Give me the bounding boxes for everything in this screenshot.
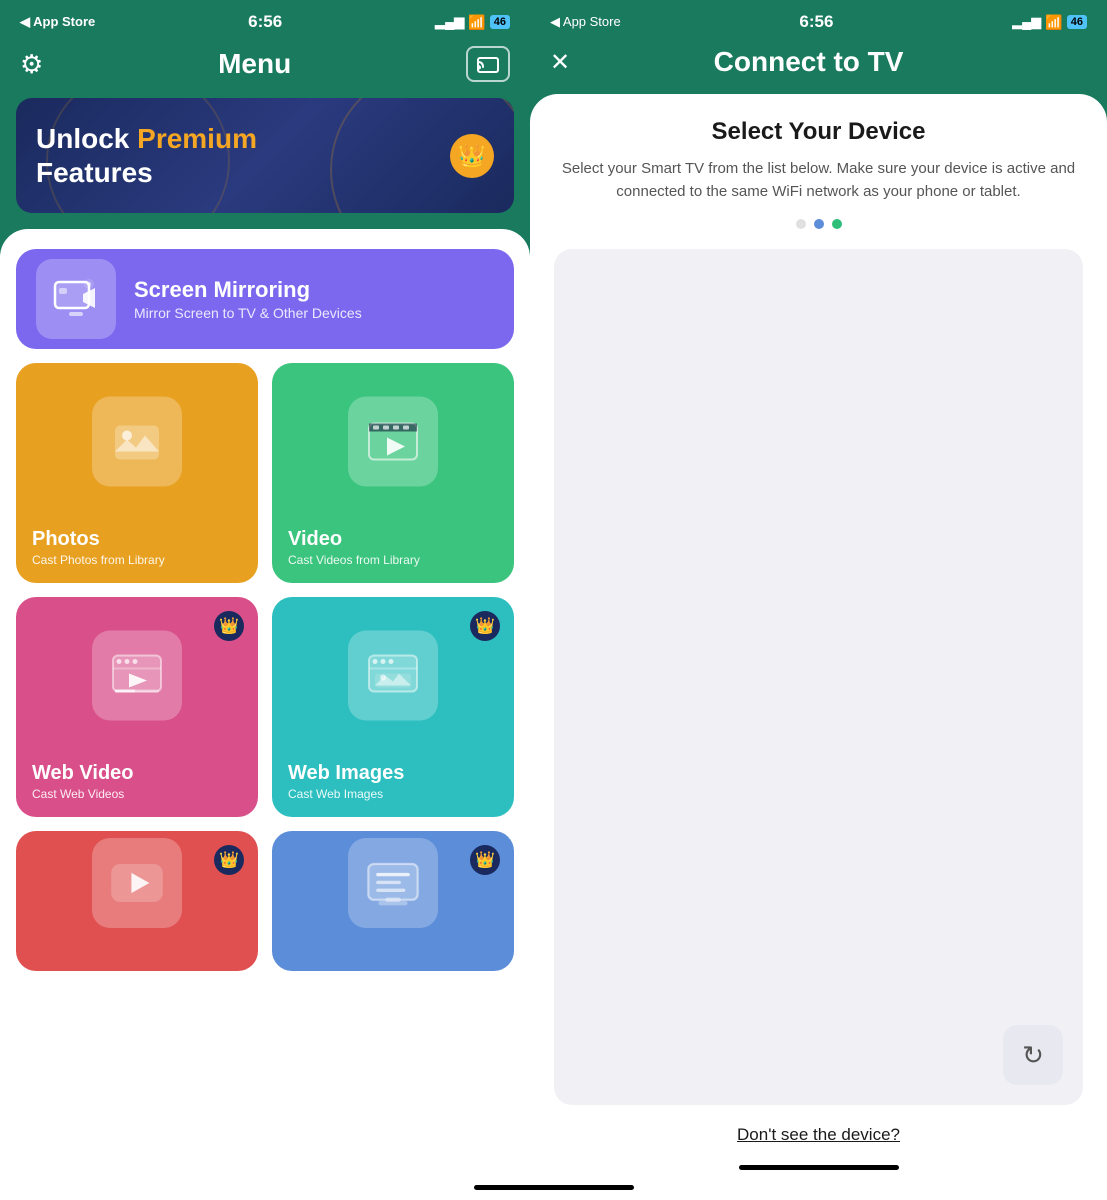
- left-top-nav: ⚙ Menu: [0, 38, 530, 98]
- video-subtitle: Cast Videos from Library: [288, 553, 498, 567]
- web-video-svg: [109, 648, 165, 704]
- teleprompter-crown-badge: 👑: [470, 845, 500, 875]
- web-images-card[interactable]: 👑: [272, 597, 514, 817]
- dot-3: [832, 219, 842, 229]
- left-status-icons: ▂▄▆ 📶 46: [435, 14, 510, 31]
- screen-mirror-svg: [51, 274, 101, 324]
- settings-gear-icon[interactable]: ⚙: [20, 49, 43, 80]
- web-images-crown-badge: 👑: [470, 611, 500, 641]
- web-video-icon: [92, 631, 182, 721]
- menu-white-card: Screen Mirroring Mirror Screen to TV & O…: [0, 229, 530, 1200]
- video-svg: [365, 414, 421, 470]
- home-indicator-left: [474, 1185, 531, 1190]
- refresh-icon: ↻: [1022, 1040, 1044, 1071]
- right-wifi-icon: 📶: [1045, 14, 1062, 31]
- page-indicator: [554, 219, 1083, 229]
- web-images-subtitle: Cast Web Images: [288, 787, 498, 801]
- close-button[interactable]: ✕: [550, 48, 570, 77]
- connect-to-tv-title: Connect to TV: [714, 46, 904, 78]
- teleprompter-svg: [365, 855, 421, 911]
- battery-icon: 46: [490, 15, 510, 29]
- photos-title: Photos: [32, 528, 242, 551]
- teleprompter-card[interactable]: 👑: [272, 831, 514, 971]
- web-video-subtitle: Cast Web Videos: [32, 787, 242, 801]
- refresh-button[interactable]: ↻: [1003, 1025, 1063, 1085]
- right-panel: ◀ App Store 6:56 ▂▄▆ 📶 46 ✕ Connect to T…: [530, 0, 1107, 1200]
- photos-subtitle: Cast Photos from Library: [32, 553, 242, 567]
- promo-unlock: Unlock: [36, 123, 137, 154]
- right-status-icons: ▂▄▆ 📶 46: [1012, 14, 1087, 31]
- left-time: 6:56: [248, 12, 282, 32]
- teleprompter-icon: [348, 838, 438, 928]
- photos-icon: [92, 397, 182, 487]
- youtube-card[interactable]: 👑: [16, 831, 258, 971]
- teleprompter-icon-wrapper: [348, 838, 438, 928]
- right-time: 6:56: [799, 12, 833, 32]
- right-signal-icon: ▂▄▆: [1012, 14, 1041, 30]
- screen-mirroring-text: Screen Mirroring Mirror Screen to TV & O…: [134, 277, 362, 321]
- right-back-label[interactable]: ◀ App Store: [550, 14, 621, 30]
- right-status-bar: ◀ App Store 6:56 ▂▄▆ 📶 46: [530, 0, 1107, 38]
- web-video-card[interactable]: 👑: [16, 597, 258, 817]
- dot-2: [814, 219, 824, 229]
- home-indicator-right: [739, 1165, 899, 1170]
- screen-mirroring-card[interactable]: Screen Mirroring Mirror Screen to TV & O…: [16, 249, 514, 349]
- promo-banner[interactable]: Unlock Premium Features 👑: [16, 98, 514, 213]
- select-device-description: Select your Smart TV from the list below…: [554, 158, 1083, 203]
- photos-icon-wrapper: [92, 397, 182, 499]
- photos-card[interactable]: Photos Cast Photos from Library: [16, 363, 258, 583]
- left-back-label[interactable]: ◀ App Store: [20, 14, 95, 30]
- left-status-left: ◀ App Store: [20, 14, 95, 30]
- web-images-title: Web Images: [288, 762, 498, 785]
- youtube-icon-wrapper: [92, 838, 182, 928]
- menu-grid: Screen Mirroring Mirror Screen to TV & O…: [16, 249, 514, 971]
- device-list-area: ↻: [554, 249, 1083, 1105]
- video-icon-wrapper: [348, 397, 438, 499]
- web-images-icon-wrapper: [348, 631, 438, 733]
- right-nav: ✕ Connect to TV: [530, 38, 1107, 94]
- youtube-crown-badge: 👑: [214, 845, 244, 875]
- right-status-left: ◀ App Store: [550, 14, 621, 30]
- cast-button[interactable]: [466, 46, 510, 82]
- menu-title: Menu: [218, 48, 291, 80]
- dont-see-device-link[interactable]: Don't see the device?: [554, 1125, 1083, 1145]
- right-battery-icon: 46: [1067, 15, 1087, 29]
- promo-text: Unlock Premium Features: [36, 122, 257, 189]
- youtube-svg: [109, 855, 165, 911]
- screen-mirroring-icon: [36, 259, 116, 339]
- web-video-title: Web Video: [32, 762, 242, 785]
- select-device-title: Select Your Device: [554, 118, 1083, 146]
- web-images-icon: [348, 631, 438, 721]
- promo-features: Features: [36, 157, 153, 188]
- right-white-card: Select Your Device Select your Smart TV …: [530, 94, 1107, 1200]
- left-status-bar: ◀ App Store 6:56 ▂▄▆ 📶 46: [0, 0, 530, 38]
- left-panel: ◀ App Store 6:56 ▂▄▆ 📶 46 ⚙ Menu Unlock …: [0, 0, 530, 1200]
- video-card[interactable]: Video Cast Videos from Library: [272, 363, 514, 583]
- web-video-icon-wrapper: [92, 631, 182, 733]
- signal-icon: ▂▄▆: [435, 14, 464, 30]
- video-icon: [348, 397, 438, 487]
- youtube-icon: [92, 838, 182, 928]
- feature-cards-grid: Photos Cast Photos from Library: [16, 363, 514, 971]
- photos-svg: [109, 414, 165, 470]
- cast-icon-svg: [477, 55, 499, 73]
- promo-crown-badge: 👑: [450, 134, 494, 178]
- screen-mirroring-subtitle: Mirror Screen to TV & Other Devices: [134, 305, 362, 321]
- wifi-icon: 📶: [468, 14, 485, 31]
- promo-premium: Premium: [137, 123, 257, 154]
- dot-1: [796, 219, 806, 229]
- web-images-svg: [365, 648, 421, 704]
- video-title: Video: [288, 528, 498, 551]
- screen-mirroring-title: Screen Mirroring: [134, 277, 362, 303]
- web-video-crown-badge: 👑: [214, 611, 244, 641]
